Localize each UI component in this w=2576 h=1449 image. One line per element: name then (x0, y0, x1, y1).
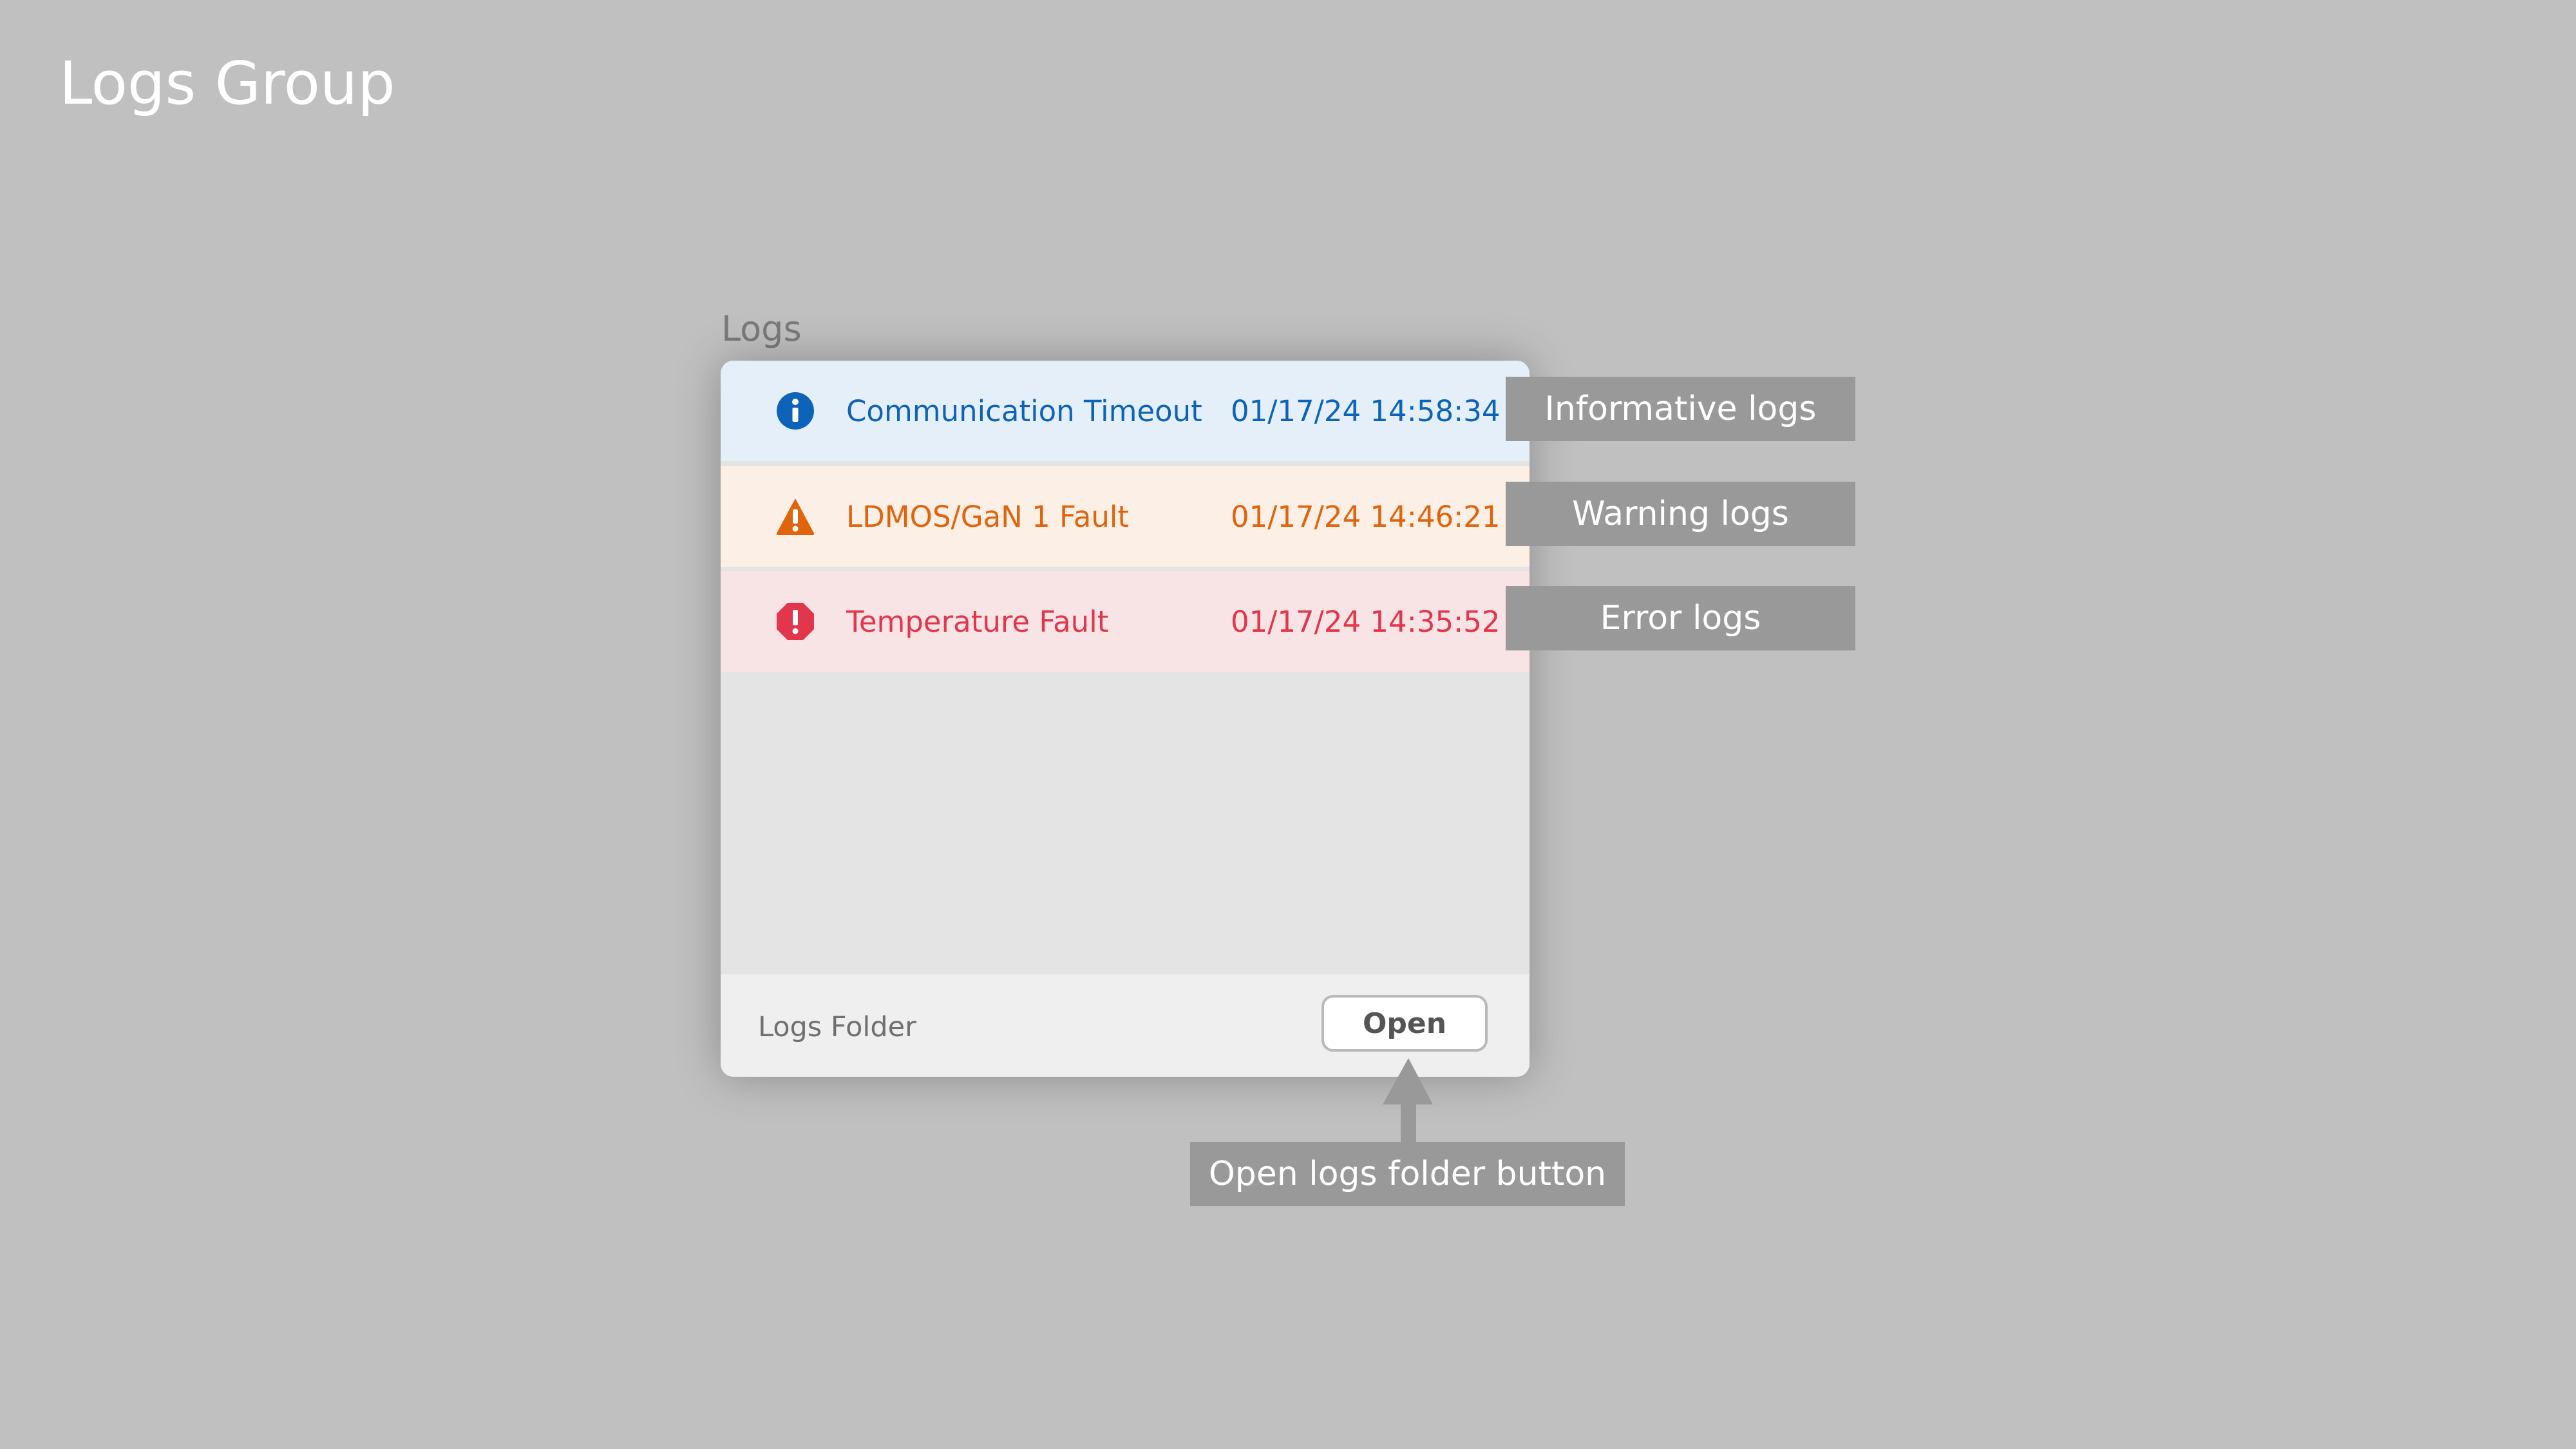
callout-error-logs: Error logs (1506, 586, 1855, 650)
log-message: LDMOS/GaN 1 Fault (846, 499, 1130, 534)
log-message: Temperature Fault (846, 604, 1109, 639)
log-row-error[interactable]: Temperature Fault 01/17/24 14:35:52 (721, 571, 1530, 672)
callout-open-logs-folder-button: Open logs folder button (1190, 1142, 1625, 1206)
callout-warning-logs: Warning logs (1506, 482, 1855, 546)
arrow-up-icon (1383, 1058, 1434, 1145)
logs-panel-label: Logs (721, 308, 802, 349)
log-row-info[interactable]: Communication Timeout 01/17/24 14:58:34 (721, 361, 1530, 461)
log-timestamp: 01/17/24 14:35:52 (1231, 604, 1501, 639)
logs-folder-label: Logs Folder (758, 1011, 916, 1043)
error-icon (775, 601, 815, 641)
page-title: Logs Group (59, 49, 395, 118)
callout-informative-logs: Informative logs (1506, 377, 1855, 441)
log-timestamp: 01/17/24 14:46:21 (1231, 499, 1501, 534)
log-message: Communication Timeout (846, 393, 1202, 428)
logs-panel: Communication Timeout 01/17/24 14:58:34 … (721, 361, 1530, 1077)
log-timestamp: 01/17/24 14:58:34 (1231, 393, 1501, 428)
open-logs-folder-button[interactable]: Open (1321, 995, 1488, 1052)
warning-icon (775, 497, 815, 536)
log-row-warning[interactable]: LDMOS/GaN 1 Fault 01/17/24 14:46:21 (721, 466, 1530, 567)
info-icon (775, 391, 815, 431)
